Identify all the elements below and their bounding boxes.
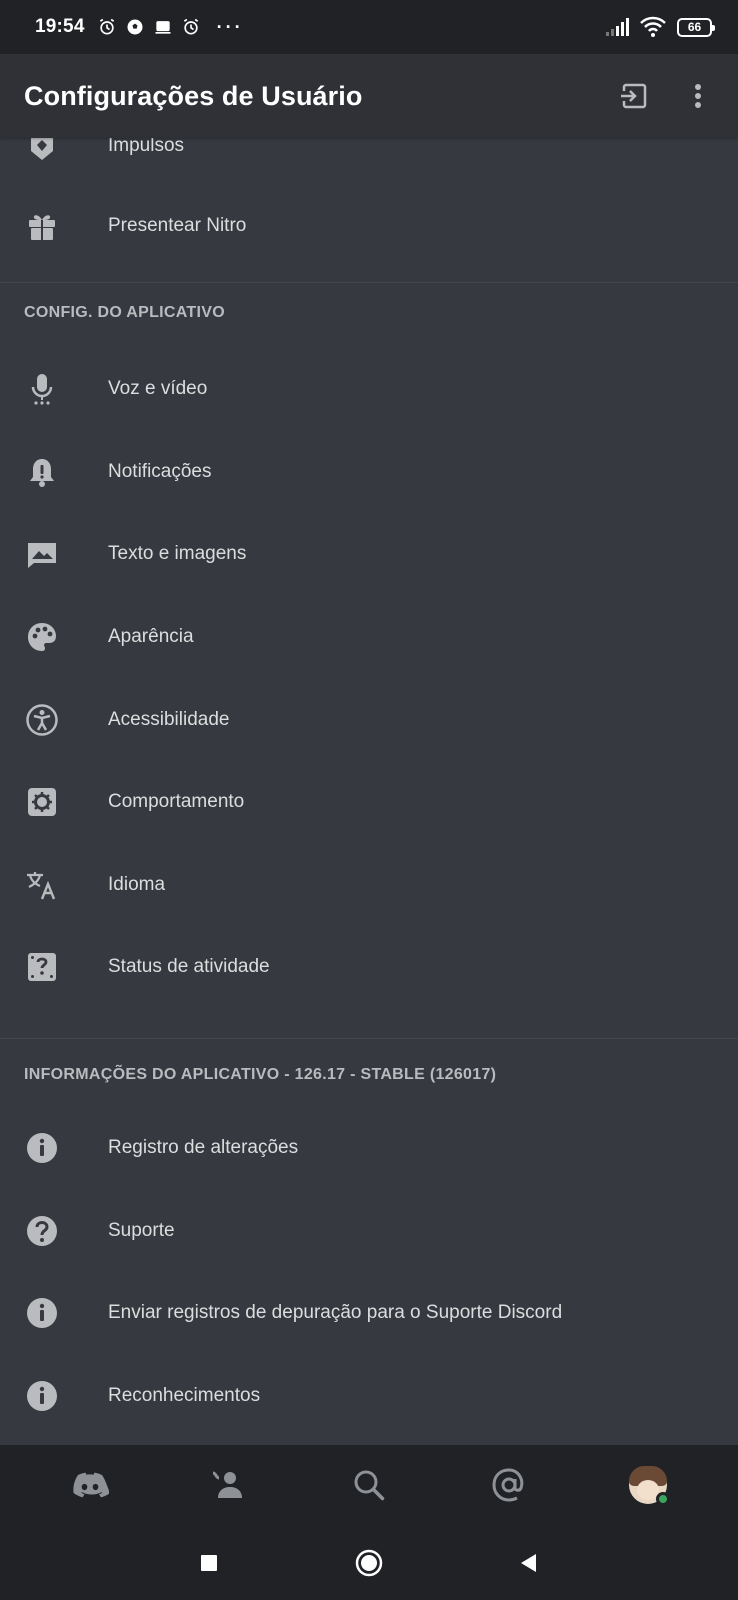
settings-item-boosts[interactable]: Impulsos [0,138,738,188]
bell-icon [24,454,60,490]
nav-search[interactable] [333,1455,405,1515]
search-icon [354,1470,385,1501]
settings-item-label: Aparência [108,626,194,647]
settings-item-notifications[interactable]: Notificações [0,430,738,514]
soccer-ball-icon [127,19,143,35]
settings-item-label: Voz e vídeo [108,378,208,399]
image-icon [24,536,60,572]
settings-item-behavior[interactable]: Comportamento [0,760,738,844]
settings-item-language[interactable]: Idioma [0,843,738,927]
section-divider [0,282,738,283]
settings-item-voice-video[interactable]: Voz e vídeo [0,347,738,431]
avatar [629,1466,671,1506]
app-bar: Configurações de Usuário [0,54,738,138]
gear-icon [24,784,60,820]
settings-item-acknowledgements[interactable]: Reconhecimentos [0,1354,738,1438]
circle-icon [355,1549,383,1576]
settings-item-label: Presentear Nitro [108,215,247,236]
boost-icon [24,138,60,164]
nav-mentions[interactable] [473,1455,545,1515]
settings-item-accessibility[interactable]: Acessibilidade [0,678,738,762]
microphone-icon [24,371,60,407]
settings-item-label: Impulsos [108,138,185,156]
section-header-app-settings: CONFIG. DO APLICATIVO [24,304,225,321]
page-title: Configurações de Usuário [24,80,363,111]
mentions-icon [492,1468,523,1502]
nav-home[interactable] [54,1455,126,1515]
more-options-icon[interactable] [682,80,714,112]
settings-item-gift-nitro[interactable]: Presentear Nitro [0,184,738,268]
gift-icon [24,208,60,244]
settings-item-label: Status de atividade [108,956,270,977]
settings-item-activity-status[interactable]: Status de atividade [0,925,738,1009]
status-icons: ··· [97,17,244,38]
section-header-app-info: INFORMAÇÕES DO APLICATIVO - 126.17 - STA… [24,1066,497,1083]
nav-friends[interactable] [193,1455,265,1515]
online-status-indicator [656,1492,671,1506]
alarm-icon [99,18,114,35]
status-time: 19:54 [35,16,85,37]
wifi-icon [640,16,666,37]
settings-item-label: Idioma [108,874,166,895]
settings-item-label: Suporte [108,1220,175,1241]
info-icon [24,1295,60,1331]
settings-item-appearance[interactable]: Aparência [0,595,738,679]
settings-item-label: Registro de alterações [108,1137,299,1158]
help-icon [24,1213,60,1249]
battery-level: 66 [687,20,702,34]
settings-item-label: Notificações [108,461,212,482]
square-icon [201,1554,217,1571]
alarm-icon-2 [183,18,198,35]
status-bar: 19:54 ··· 66 [0,0,738,54]
battery-indicator: 66 [677,17,715,37]
settings-list: Impulsos Presentear Nitro CONFIG. DO APL… [0,138,738,1445]
home-button[interactable] [349,1543,389,1583]
bottom-navigation [0,1445,738,1525]
palette-icon [24,619,60,655]
settings-item-send-debug-logs[interactable]: Enviar registros de depuração para o Sup… [0,1271,738,1355]
settings-item-label: Acessibilidade [108,709,230,730]
back-button[interactable] [509,1543,549,1583]
settings-item-label: Enviar registros de depuração para o Sup… [108,1302,563,1323]
settings-item-label: Comportamento [108,791,245,812]
system-navigation-bar [0,1525,738,1600]
settings-item-changelog[interactable]: Registro de alterações [0,1106,738,1190]
logout-icon[interactable] [618,80,650,112]
settings-item-support[interactable]: Suporte [0,1189,738,1273]
status-overflow: ··· [216,16,244,37]
info-icon [24,1378,60,1414]
activity-icon [24,949,60,985]
recent-apps-button[interactable] [189,1543,229,1583]
nav-profile[interactable] [612,1455,684,1515]
section-divider [0,1038,738,1039]
settings-item-text-images[interactable]: Texto e imagens [0,512,738,596]
settings-item-label: Reconhecimentos [108,1385,261,1406]
accessibility-icon [24,702,60,738]
friends-icon [213,1471,243,1498]
back-triangle-icon [521,1553,536,1572]
info-icon [24,1130,60,1166]
settings-item-label: Texto e imagens [108,543,247,564]
app-notification-icon [155,21,171,34]
signal-icon [606,18,629,36]
discord-home-icon [73,1472,109,1498]
translate-icon [24,867,60,903]
